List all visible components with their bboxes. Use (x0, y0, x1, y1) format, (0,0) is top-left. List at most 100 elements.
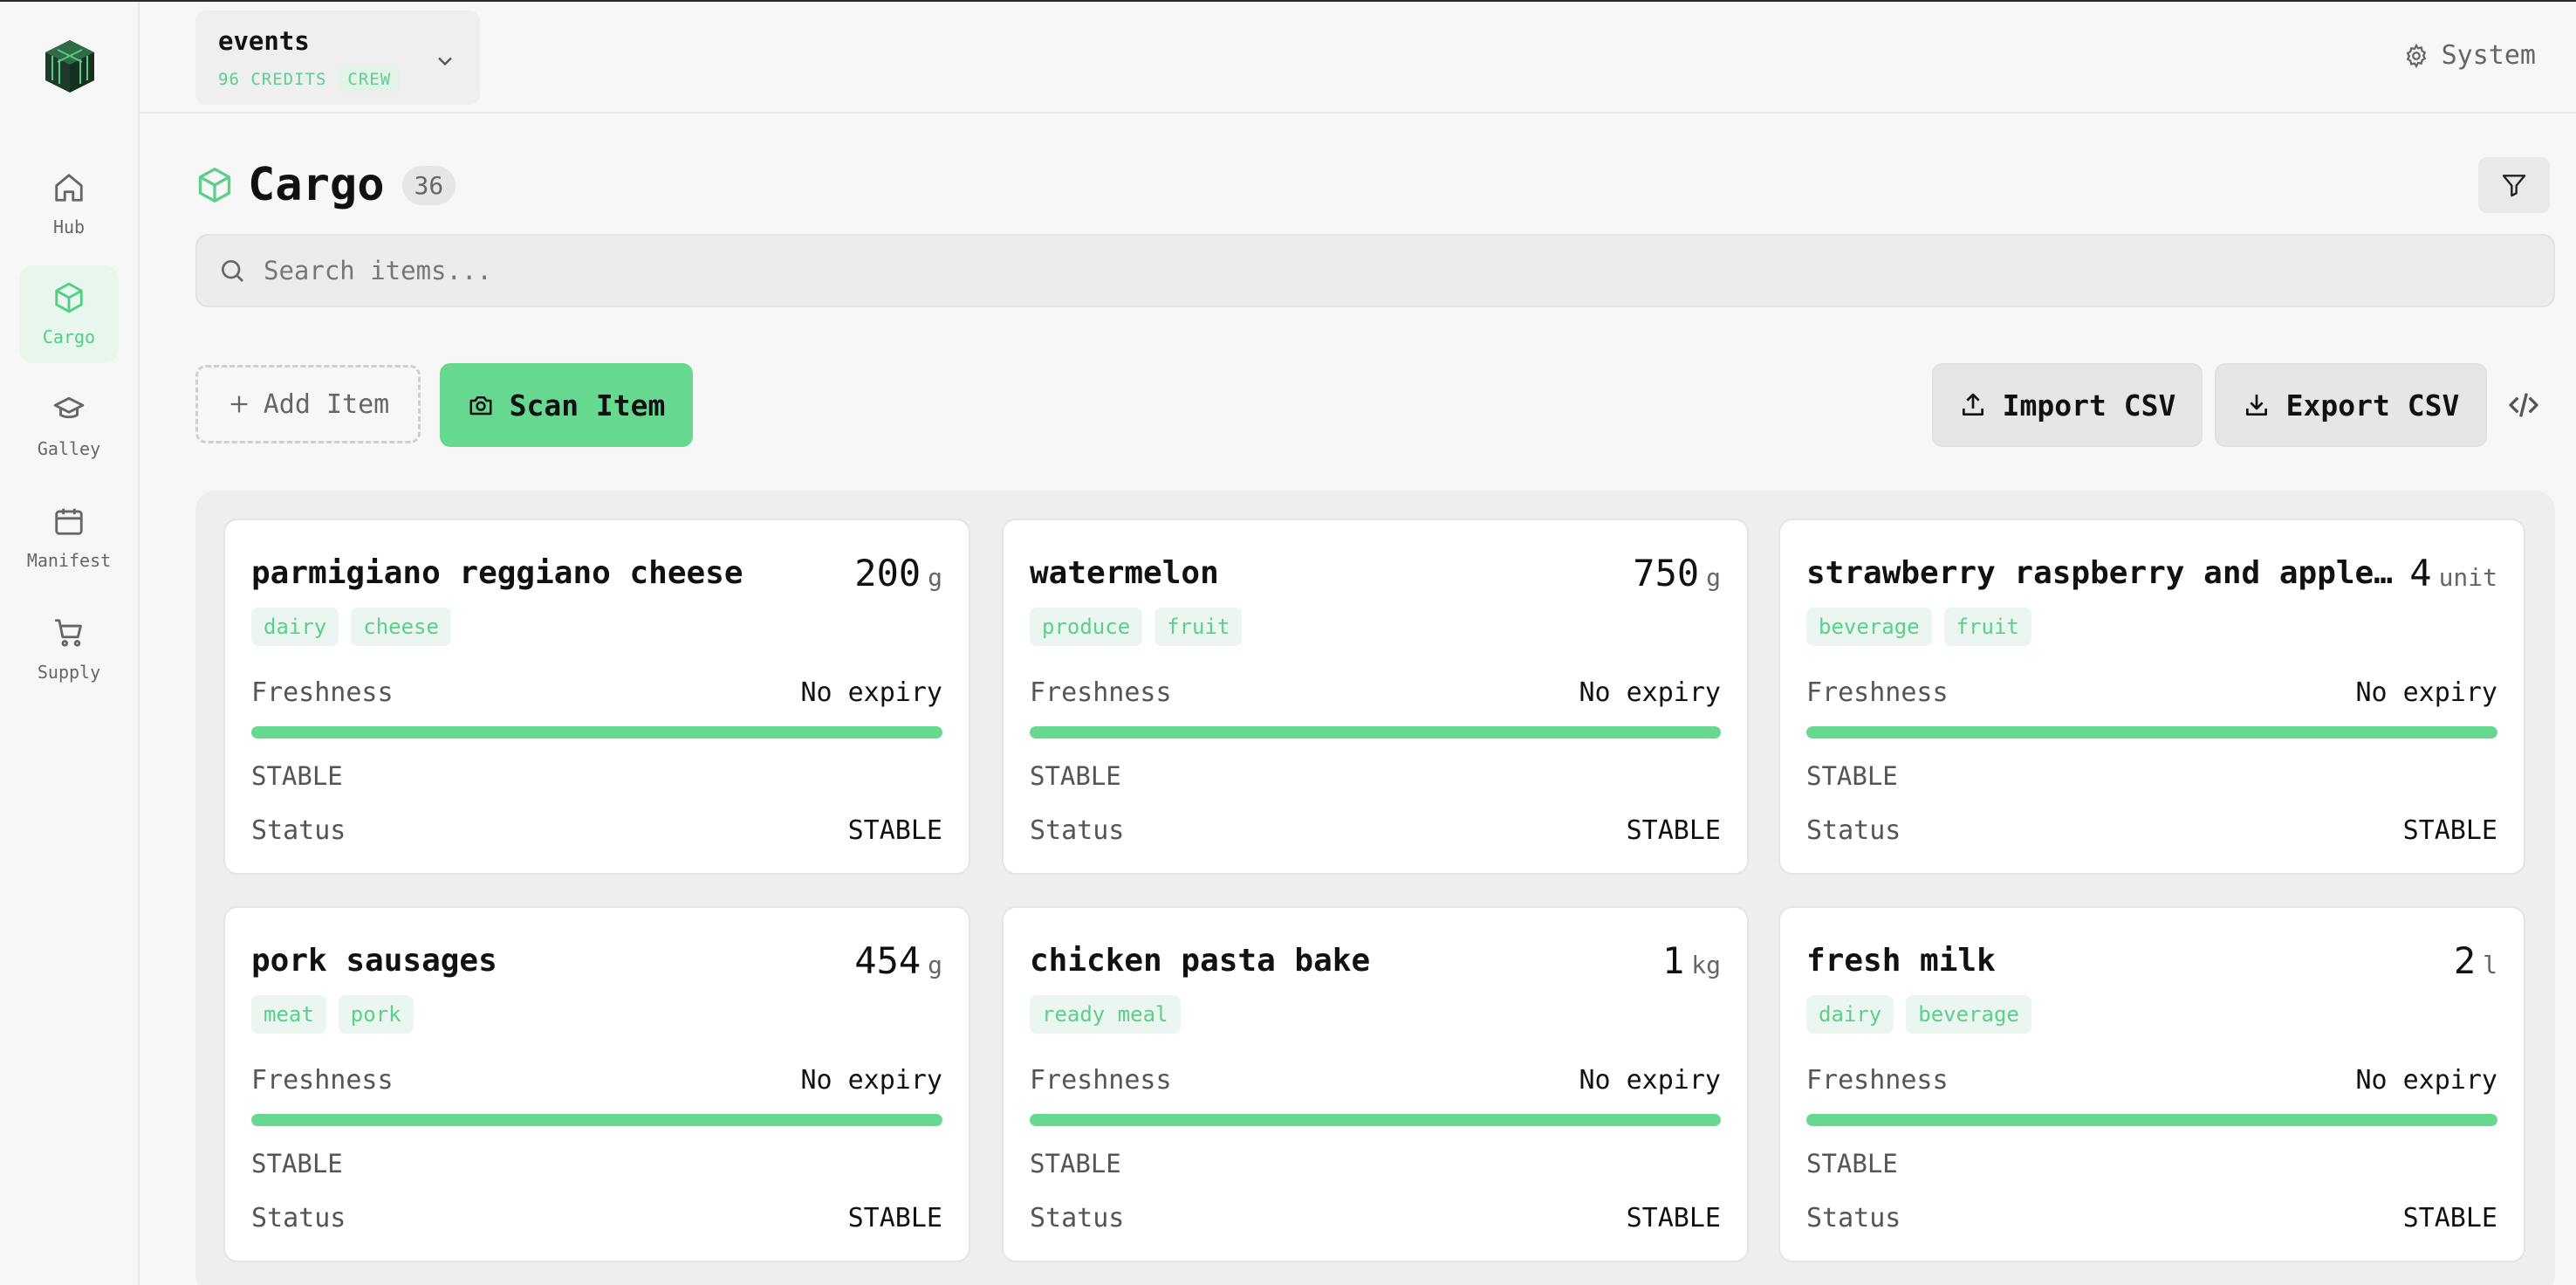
item-tag[interactable]: pork (338, 995, 414, 1034)
freshness-label: Freshness (1030, 1065, 1172, 1096)
item-tag[interactable]: produce (1030, 608, 1143, 646)
status-label: Status (1030, 1203, 1125, 1233)
freshness-bar-fill (1806, 1114, 2497, 1126)
item-name: strawberry raspberry and apple… (1806, 555, 2393, 591)
sidebar: Hub Cargo Galley Manifest Supply (0, 2, 140, 1285)
scan-item-label: Scan Item (509, 388, 666, 423)
item-name: parmigiano reggiano cheese (251, 555, 743, 591)
item-unit: g (1706, 563, 1721, 592)
workspace-name: events (218, 26, 310, 56)
freshness-value: No expiry (1579, 677, 1721, 708)
item-card[interactable]: fresh milk 2l dairy beverage Freshness No … (1778, 906, 2525, 1262)
status-value: STABLE (2402, 1203, 2497, 1233)
item-card[interactable]: watermelon 750 g produce fruit Freshness No… (1002, 519, 1749, 875)
export-csv-button[interactable]: Export CSV (2215, 363, 2487, 447)
freshness-value: No expiry (800, 677, 942, 708)
page-title: Cargo (248, 159, 385, 211)
item-unit: kg (1691, 951, 1721, 979)
item-tag[interactable]: fruit (1943, 608, 2031, 646)
item-card[interactable]: chicken pasta bake 1 kg ready meal Freshn… (1002, 906, 1749, 1262)
freshness-value: No expiry (2355, 677, 2497, 708)
item-state: STABLE (251, 761, 343, 791)
gear-icon (2406, 43, 2426, 68)
export-csv-label: Export CSV (2285, 388, 2460, 423)
add-item-button[interactable]: Add Item (195, 365, 421, 443)
code-icon[interactable] (2506, 388, 2541, 423)
system-label: System (2441, 40, 2536, 71)
sidebar-item-label: Hub (52, 216, 86, 237)
status-value: STABLE (2402, 815, 2497, 846)
status-label: Status (1806, 1203, 1901, 1233)
item-tag[interactable]: beverage (1906, 995, 2031, 1034)
item-quantity: 2 (2453, 939, 2477, 982)
chevron-down-icon (438, 57, 452, 66)
add-item-label: Add Item (263, 388, 390, 420)
item-tag[interactable]: ready meal (1030, 995, 1181, 1034)
filter-button[interactable] (2478, 157, 2550, 213)
freshness-bar-fill (1030, 1114, 1721, 1126)
item-tag[interactable]: fruit (1154, 608, 1243, 646)
home-icon (55, 174, 83, 202)
freshness-value: No expiry (800, 1065, 942, 1096)
sidebar-item-manifest[interactable]: Manifest (19, 489, 119, 587)
freshness-bar (1806, 726, 2497, 739)
item-state: STABLE (1806, 1149, 1898, 1178)
status-label: Status (1030, 815, 1125, 846)
freshness-label: Freshness (1806, 1065, 1949, 1096)
freshness-label: Freshness (251, 1065, 394, 1096)
cube-icon (198, 168, 231, 203)
sidebar-item-cargo[interactable]: Cargo (19, 265, 119, 363)
status-value: STABLE (847, 1203, 942, 1233)
sidebar-item-hub[interactable]: Hub (19, 155, 119, 253)
item-tag[interactable]: meat (251, 995, 326, 1034)
top-bar: events 96 CREDITS CREW System (140, 2, 2576, 113)
freshness-bar-fill (251, 1114, 942, 1126)
app-logo-icon[interactable] (40, 37, 99, 96)
item-tag[interactable]: dairy (1806, 995, 1894, 1034)
item-quantity: 454 (854, 939, 921, 982)
upload-icon (1962, 393, 1983, 416)
system-button[interactable]: System (2403, 40, 2536, 71)
page-header: Cargo 36 (195, 159, 456, 211)
item-tag[interactable]: beverage (1806, 608, 1932, 646)
role-badge: CREW (339, 66, 401, 93)
search-bar (195, 234, 2555, 307)
item-tag[interactable]: dairy (251, 608, 339, 646)
sidebar-item-label: Galley (37, 438, 101, 459)
status-label: Status (1806, 815, 1901, 846)
sidebar-item-label: Cargo (42, 326, 96, 347)
item-unit: l (2483, 951, 2497, 979)
camera-icon (469, 396, 492, 416)
item-card[interactable]: strawberry raspberry and apple… 4 unit be… (1778, 519, 2525, 875)
item-card[interactable]: parmigiano reggiano cheese 200 g dairy che… (223, 519, 970, 875)
scan-item-button[interactable]: Scan Item (440, 363, 693, 447)
item-unit: g (928, 951, 942, 979)
download-icon (2245, 395, 2267, 416)
status-label: Status (251, 815, 346, 846)
import-csv-button[interactable]: Import CSV (1932, 363, 2203, 447)
cart-icon (55, 619, 82, 647)
item-state: STABLE (1806, 761, 1898, 791)
item-state: STABLE (1030, 761, 1121, 791)
freshness-label: Freshness (1030, 677, 1172, 708)
search-input[interactable] (264, 256, 2553, 285)
chef-hat-icon (53, 396, 85, 419)
item-name: fresh milk (1806, 943, 1996, 979)
sidebar-item-galley[interactable]: Galley (19, 377, 119, 475)
import-csv-label: Import CSV (2002, 388, 2176, 423)
workspace-selector[interactable]: events 96 CREDITS CREW (195, 10, 480, 105)
item-name: pork sausages (251, 943, 497, 979)
cube-icon (55, 282, 83, 313)
sidebar-item-supply[interactable]: Supply (19, 601, 119, 698)
item-tag[interactable]: cheese (351, 608, 451, 646)
item-state: STABLE (1030, 1149, 1121, 1178)
freshness-value: No expiry (2355, 1065, 2497, 1096)
sidebar-item-label: Supply (37, 662, 101, 683)
item-count-badge: 36 (401, 165, 456, 205)
item-name: chicken pasta bake (1030, 943, 1371, 979)
status-label: Status (251, 1203, 346, 1233)
item-unit: unit (2438, 563, 2497, 592)
item-card[interactable]: pork sausages 454 g meat pork Freshness No … (223, 906, 970, 1262)
freshness-bar-fill (251, 726, 942, 739)
plus-icon (230, 395, 248, 413)
